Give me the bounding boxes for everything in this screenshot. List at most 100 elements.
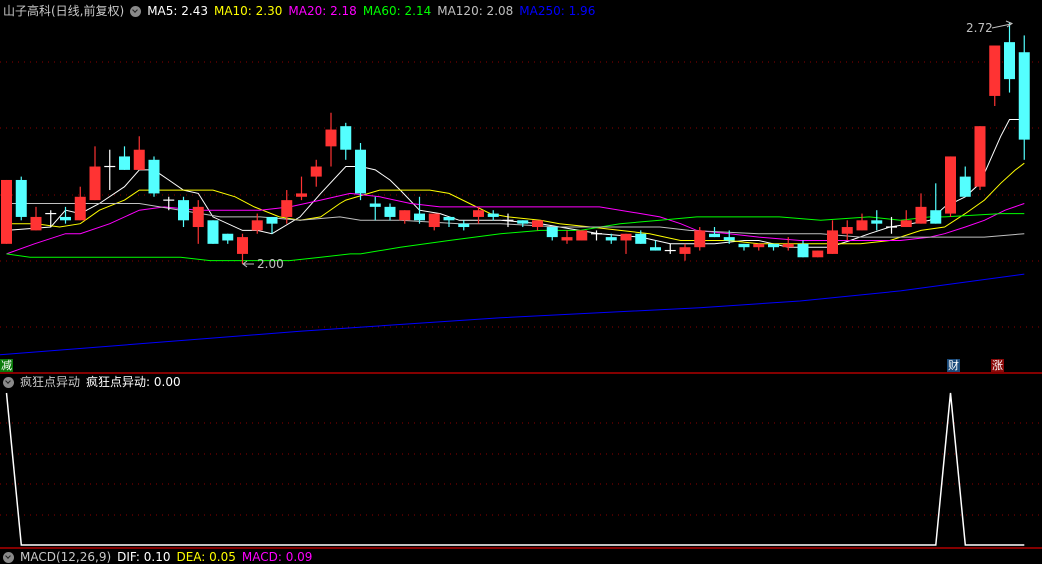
- candle-body: [15, 179, 27, 217]
- candle-body: [207, 220, 219, 244]
- ma250-line: [0, 273, 1025, 356]
- candle-body: [561, 237, 573, 241]
- candle: [428, 213, 440, 231]
- candle: [15, 176, 27, 221]
- candle: [74, 186, 86, 221]
- candle: [546, 227, 558, 241]
- candle-body: [414, 213, 425, 221]
- candle: [945, 156, 956, 217]
- candle: [192, 200, 204, 244]
- candle: [517, 220, 529, 228]
- candle: [827, 220, 838, 254]
- candle-body: [532, 220, 543, 228]
- candle: [591, 230, 602, 241]
- candle: [989, 45, 1001, 107]
- high-price-annotation: 2.72: [966, 20, 1014, 35]
- candle: [694, 227, 706, 251]
- macd-value: MACD: 0.09: [241, 550, 313, 564]
- candle: [104, 149, 116, 191]
- candle-body: [576, 230, 588, 241]
- candle: [355, 142, 366, 201]
- candle: [296, 176, 307, 201]
- candle: [30, 206, 42, 231]
- candle: [1, 179, 12, 244]
- candle-body: [856, 220, 868, 231]
- chevron-down-icon[interactable]: [3, 376, 14, 388]
- candle: [753, 243, 765, 251]
- candle-body: [119, 156, 130, 170]
- candle: [959, 166, 971, 197]
- candle: [325, 112, 337, 167]
- low-price-label: 2.00: [257, 257, 284, 271]
- kline-chart[interactable]: 2.72 2.00: [0, 0, 1042, 557]
- candle-body: [812, 250, 824, 258]
- tag-zhang[interactable]: 涨: [991, 359, 1004, 372]
- ma120-label: MA120: 2.08: [437, 4, 514, 18]
- candle: [915, 193, 927, 224]
- candle-body: [959, 176, 971, 197]
- candle-body: [310, 166, 322, 177]
- candle-body: [782, 243, 794, 248]
- candle-body: [60, 216, 71, 221]
- candle: [414, 196, 425, 224]
- candle: [237, 233, 248, 264]
- candle-body: [605, 237, 617, 241]
- candle: [89, 146, 101, 201]
- candle: [797, 240, 809, 258]
- candle: [1018, 35, 1030, 160]
- candle-body: [192, 206, 204, 228]
- candle-body: [827, 230, 838, 254]
- chevron-down-icon[interactable]: [130, 5, 142, 17]
- chart-header: 山子高科(日线,前复权) MA5: 2.43 MA10: 2.30 MA20: …: [3, 4, 595, 18]
- candle-body: [487, 213, 499, 217]
- stock-title: 山子高科(日线,前复权): [3, 4, 125, 18]
- candle: [1004, 21, 1015, 93]
- candle: [133, 136, 145, 170]
- candle: [340, 122, 352, 160]
- indicator-series-line: [5, 392, 1025, 546]
- candle-body: [841, 227, 853, 234]
- grid-lines: [0, 61, 1042, 516]
- candle: [502, 213, 514, 228]
- candle-body: [709, 233, 720, 238]
- dea-value: DEA: 0.05: [176, 550, 236, 564]
- indicator-title: 疯狂点异动: [20, 375, 81, 389]
- candle: [841, 220, 853, 241]
- candle-body: [871, 220, 883, 224]
- candle: [369, 196, 381, 221]
- indicator-value: 疯狂点异动: 0.00: [86, 375, 181, 389]
- candle: [900, 210, 912, 228]
- candle: [207, 220, 219, 244]
- candle: [650, 240, 661, 251]
- candle-body: [148, 159, 160, 194]
- macd-title: MACD(12,26,9): [20, 550, 112, 564]
- candle-body: [222, 233, 234, 241]
- candle-body: [458, 223, 470, 228]
- candle: [576, 230, 588, 241]
- candle-body: [930, 210, 942, 224]
- chevron-down-icon[interactable]: [3, 551, 14, 563]
- candle: [812, 250, 824, 258]
- candle-body: [296, 193, 307, 197]
- tag-jian[interactable]: 减: [0, 359, 13, 372]
- candle-body: [281, 200, 293, 217]
- candle-body: [1004, 42, 1015, 80]
- candle-body: [384, 206, 396, 217]
- candle-body: [178, 200, 189, 221]
- candle: [738, 243, 750, 251]
- candle-body: [753, 243, 765, 248]
- candle: [45, 210, 57, 228]
- candle-body: [325, 129, 337, 147]
- candle-body: [74, 196, 86, 221]
- candle: [974, 126, 986, 191]
- tag-cai[interactable]: 财: [947, 359, 960, 372]
- candle-body: [915, 206, 927, 224]
- ma20-label: MA20: 2.18: [288, 4, 357, 18]
- candle-body: [723, 237, 735, 241]
- candle-body: [340, 126, 352, 150]
- candle-body: [89, 166, 101, 201]
- candle-body: [650, 247, 661, 251]
- candle: [443, 216, 455, 228]
- candlesticks: [1, 21, 1030, 264]
- candle-body: [738, 243, 750, 248]
